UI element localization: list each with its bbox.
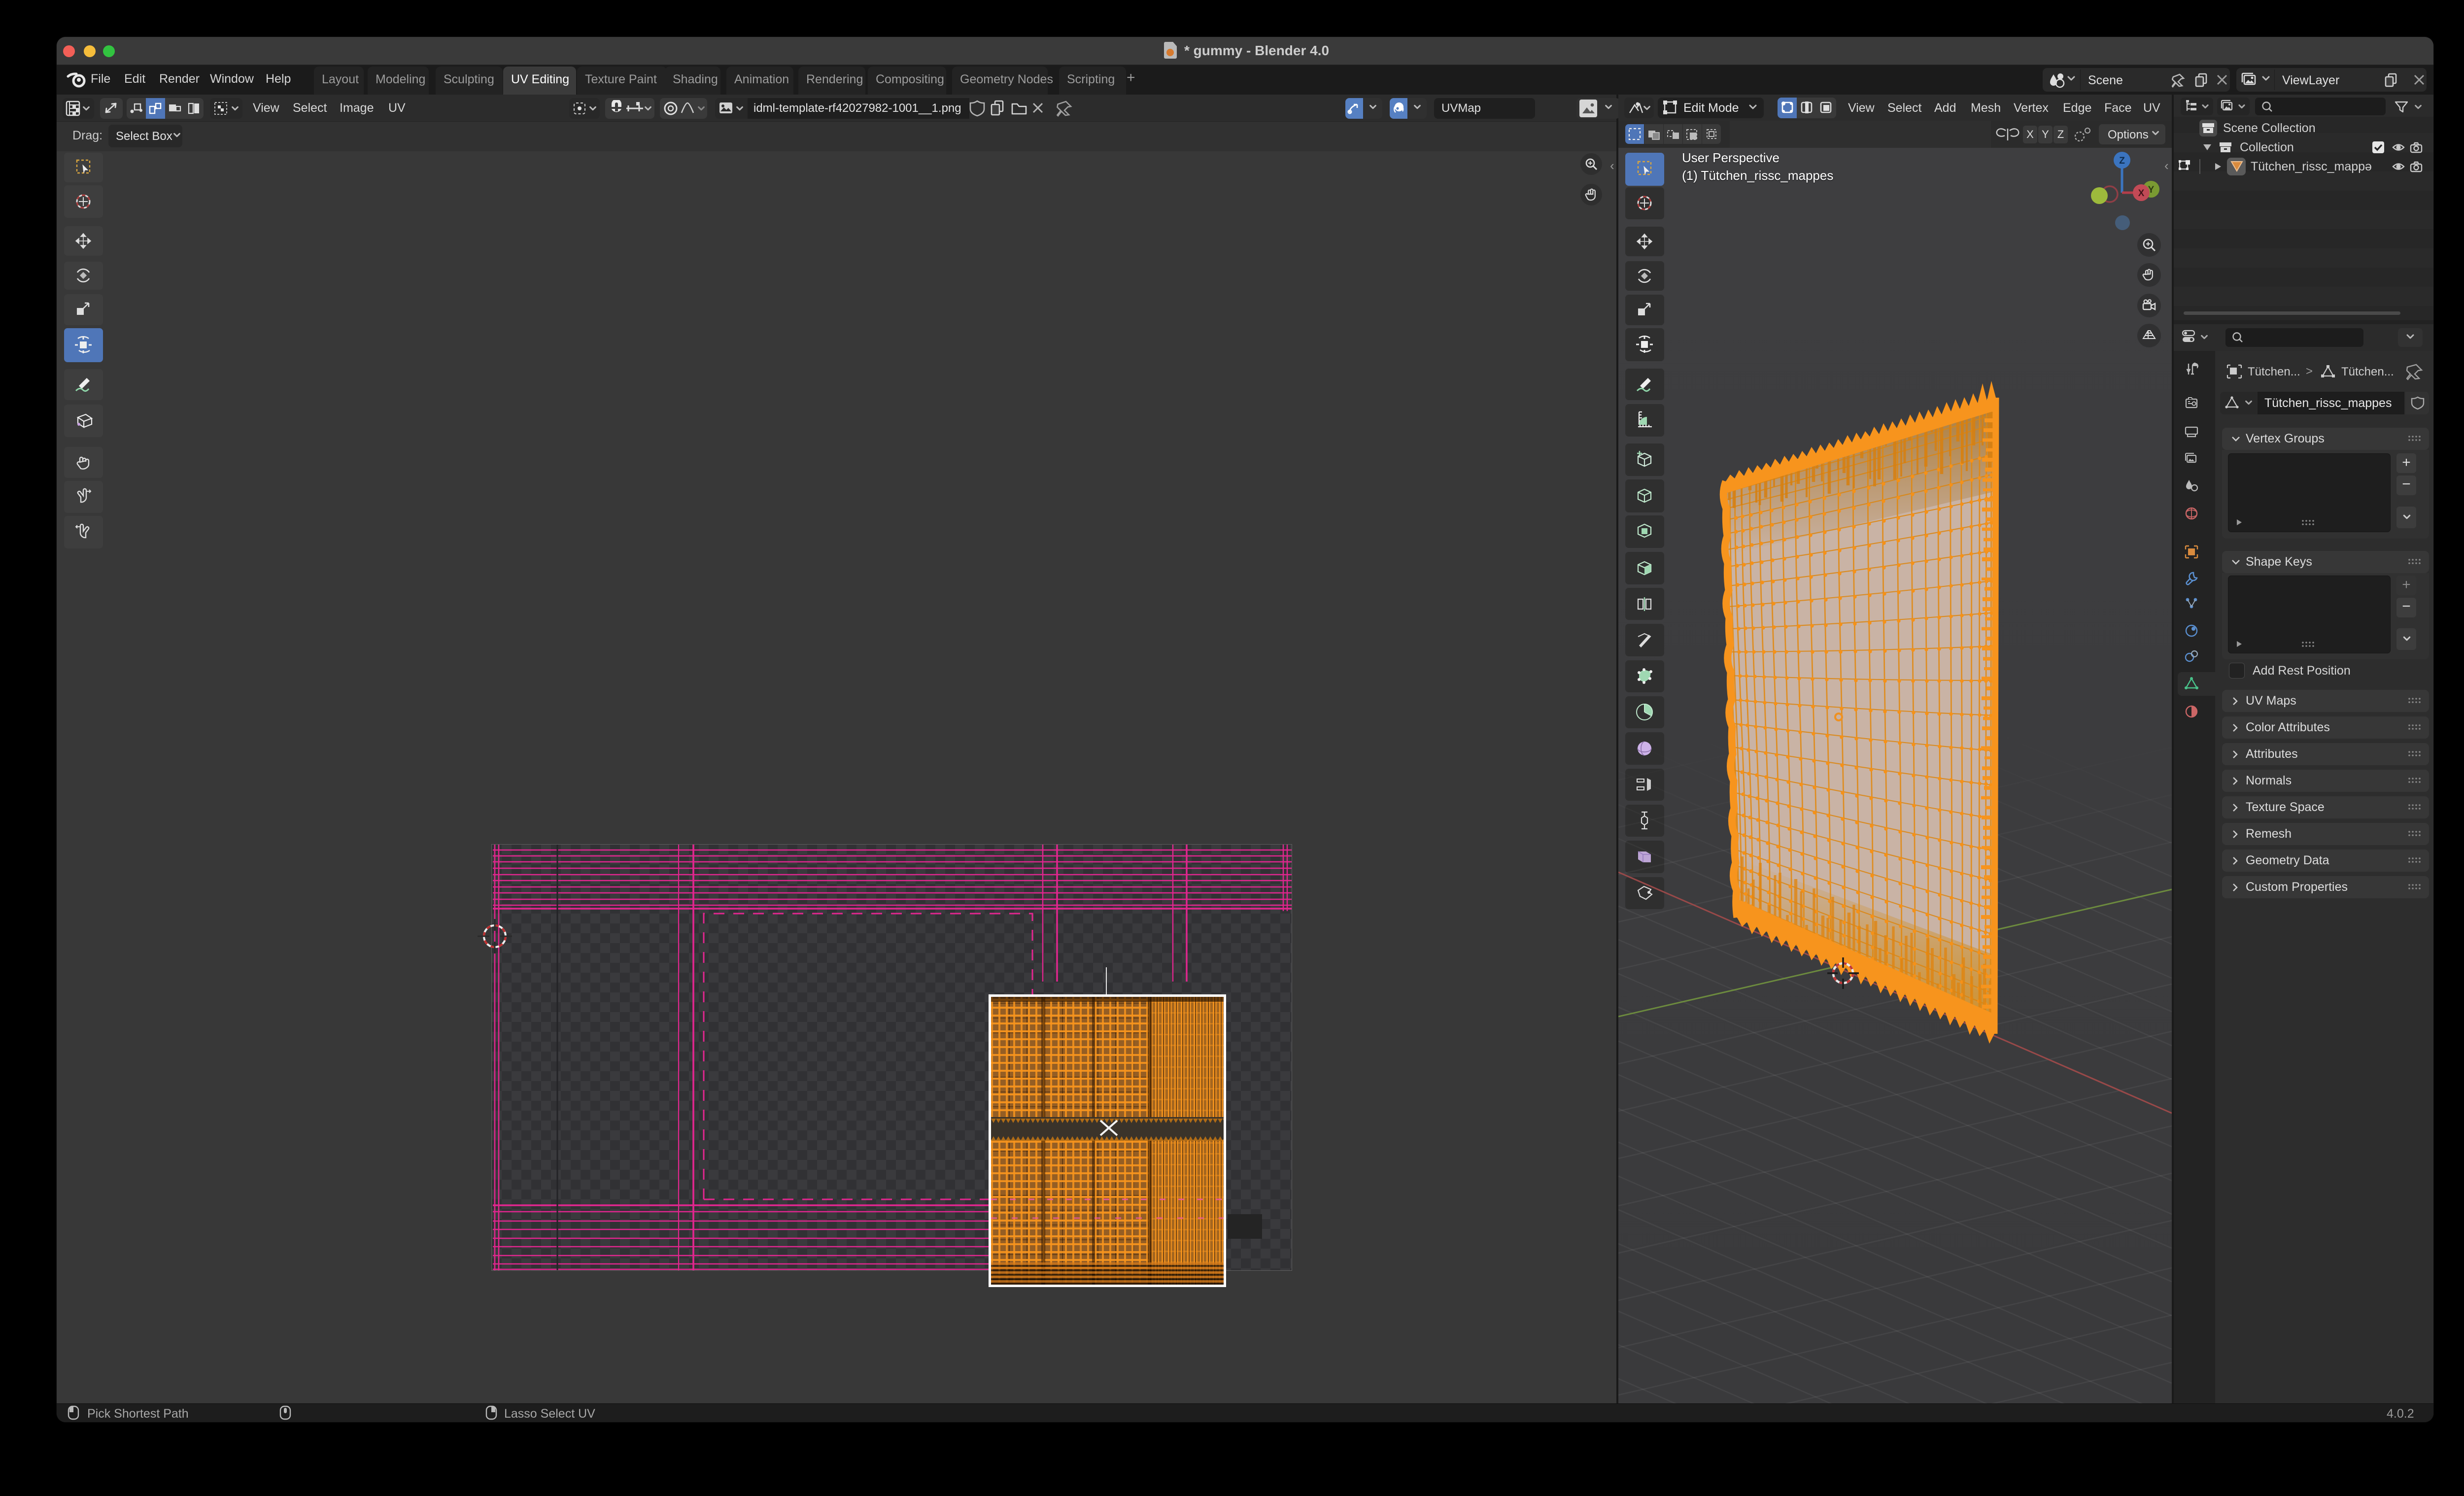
svg-text:X: X	[2138, 188, 2145, 199]
svg-text:Z: Z	[2119, 156, 2125, 166]
